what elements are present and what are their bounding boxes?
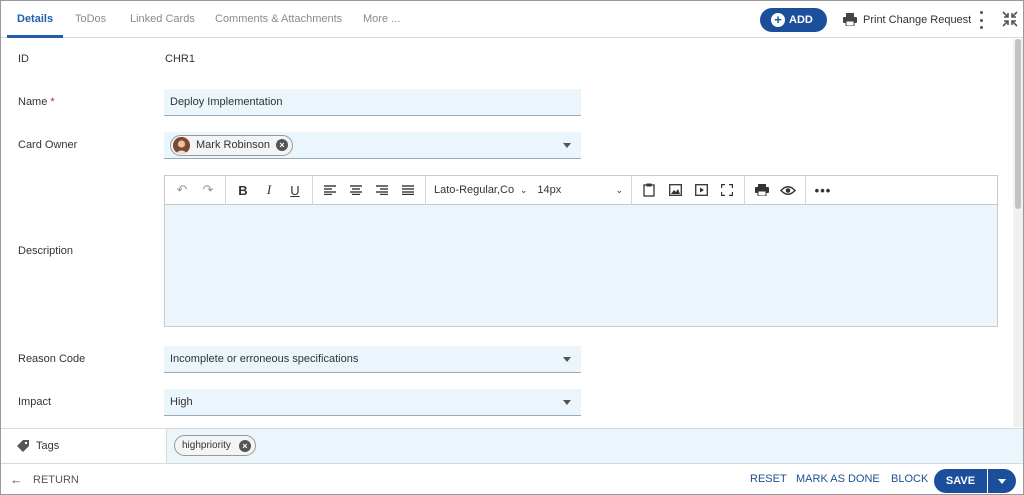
reason-code-value: Incomplete or erroneous specifications (170, 353, 359, 365)
align-right-icon[interactable] (371, 179, 393, 201)
name-label: Name * (18, 96, 55, 108)
justify-icon[interactable] (397, 179, 419, 201)
impact-value: High (170, 396, 193, 408)
preview-icon[interactable] (777, 179, 799, 201)
impact-label: Impact (18, 396, 52, 408)
remove-tag-icon[interactable]: × (238, 439, 251, 452)
description-label: Description (18, 245, 74, 257)
tag-chip: highpriority × (174, 435, 256, 456)
print-change-request-button[interactable]: Print Change Request (843, 1, 971, 38)
tab-todos[interactable]: ToDos (75, 1, 106, 38)
card-form: ID CHR1 Name * Deploy Implementation Car… (1, 39, 1011, 427)
required-mark: * (50, 96, 55, 108)
printer-icon (843, 13, 857, 26)
reason-code-select[interactable]: Incomplete or erroneous specifications (164, 346, 581, 373)
font-family-select[interactable]: Lato-Regular,Co ⌄ (434, 184, 527, 196)
remove-owner-icon[interactable]: × (275, 139, 288, 151)
align-center-icon[interactable] (345, 179, 367, 201)
mark-as-done-button[interactable]: MARK AS DONE (796, 464, 880, 494)
tab-comments-attachments[interactable]: Comments & Attachments (215, 1, 342, 38)
save-button[interactable]: SAVE (934, 469, 1016, 493)
description-editor: ↶ ↷ B I U Lato-Regular,Co ⌄ 14px ⌄ ••• (164, 175, 998, 327)
name-field[interactable]: Deploy Implementation (164, 89, 581, 116)
tag-chip-label: highpriority (182, 440, 231, 451)
add-button-label: ADD (789, 14, 813, 26)
chevron-down-icon[interactable] (563, 143, 571, 148)
name-field-value: Deploy Implementation (170, 96, 283, 108)
owner-name: Mark Robinson (196, 139, 270, 151)
tag-icon (17, 440, 29, 452)
save-label: SAVE (945, 475, 976, 487)
chevron-down-icon (563, 357, 571, 362)
avatar (173, 136, 190, 154)
reason-code-label: Reason Code (18, 353, 86, 365)
scrollbar[interactable] (1013, 39, 1023, 427)
tab-details[interactable]: Details (7, 1, 64, 38)
more-options-icon[interactable] (975, 11, 987, 29)
reset-button[interactable]: RESET (750, 464, 787, 494)
impact-select[interactable]: High (164, 389, 581, 416)
plus-icon: + (771, 13, 785, 27)
scrollbar-thumb[interactable] (1015, 39, 1021, 209)
undo-icon[interactable]: ↶ (171, 179, 193, 201)
arrow-left-icon: ← (10, 472, 23, 487)
fullscreen-icon[interactable] (716, 179, 738, 201)
output-group (745, 175, 806, 205)
tags-label-text: Tags (36, 440, 60, 452)
print-icon[interactable] (751, 179, 773, 201)
history-group: ↶ ↷ (165, 175, 226, 205)
print-change-request-label: Print Change Request (863, 13, 972, 26)
tags-row[interactable]: Tags highpriority × (1, 428, 1023, 463)
tab-more[interactable]: More ... (363, 1, 400, 38)
image-icon[interactable] (664, 179, 686, 201)
italic-icon[interactable]: I (258, 179, 280, 201)
editor-toolbar: ↶ ↷ B I U Lato-Regular,Co ⌄ 14px ⌄ ••• (165, 175, 997, 205)
more-group: ••• (806, 176, 840, 205)
chevron-down-icon (563, 400, 571, 405)
add-button[interactable]: + ADD (760, 8, 827, 32)
font-group: Lato-Regular,Co ⌄ 14px ⌄ (426, 175, 632, 205)
tab-bar: Details ToDos Linked Cards Comments & At… (1, 1, 1023, 38)
font-size-value: 14px (537, 184, 562, 196)
more-icon[interactable]: ••• (812, 179, 834, 201)
paste-icon[interactable] (638, 179, 660, 201)
id-label: ID (18, 53, 29, 65)
format-group: B I U (226, 175, 313, 205)
card-owner-label: Card Owner (18, 139, 78, 151)
insert-group (632, 175, 745, 205)
id-value: CHR1 (165, 53, 195, 65)
chevron-down-icon: ⌄ (519, 184, 528, 195)
align-group (313, 175, 426, 205)
owner-chip: Mark Robinson × (170, 134, 293, 156)
footer-bar: ← RETURN RESET MARK AS DONE BLOCK SAVE (1, 463, 1023, 494)
card-details-window: Details ToDos Linked Cards Comments & At… (0, 0, 1024, 495)
description-input[interactable] (165, 205, 997, 326)
redo-icon[interactable]: ↷ (197, 179, 219, 201)
return-label: RETURN (33, 473, 79, 486)
return-button[interactable]: ← RETURN (10, 464, 79, 494)
collapse-icon[interactable] (1001, 10, 1019, 28)
tab-linked-cards[interactable]: Linked Cards (130, 1, 195, 38)
align-left-icon[interactable] (319, 179, 341, 201)
card-owner-select[interactable]: Mark Robinson × (164, 132, 581, 159)
name-label-text: Name (18, 96, 48, 108)
block-button[interactable]: BLOCK (891, 464, 928, 494)
tags-label: Tags (1, 429, 167, 463)
font-family-value: Lato-Regular,Co (434, 184, 515, 196)
font-size-select[interactable]: 14px ⌄ (537, 184, 623, 196)
bold-icon[interactable]: B (232, 179, 254, 201)
chevron-down-icon: ⌄ (615, 184, 623, 195)
underline-icon[interactable]: U (284, 179, 306, 201)
video-icon[interactable] (690, 179, 712, 201)
save-options-chevron-icon[interactable] (987, 469, 1016, 493)
